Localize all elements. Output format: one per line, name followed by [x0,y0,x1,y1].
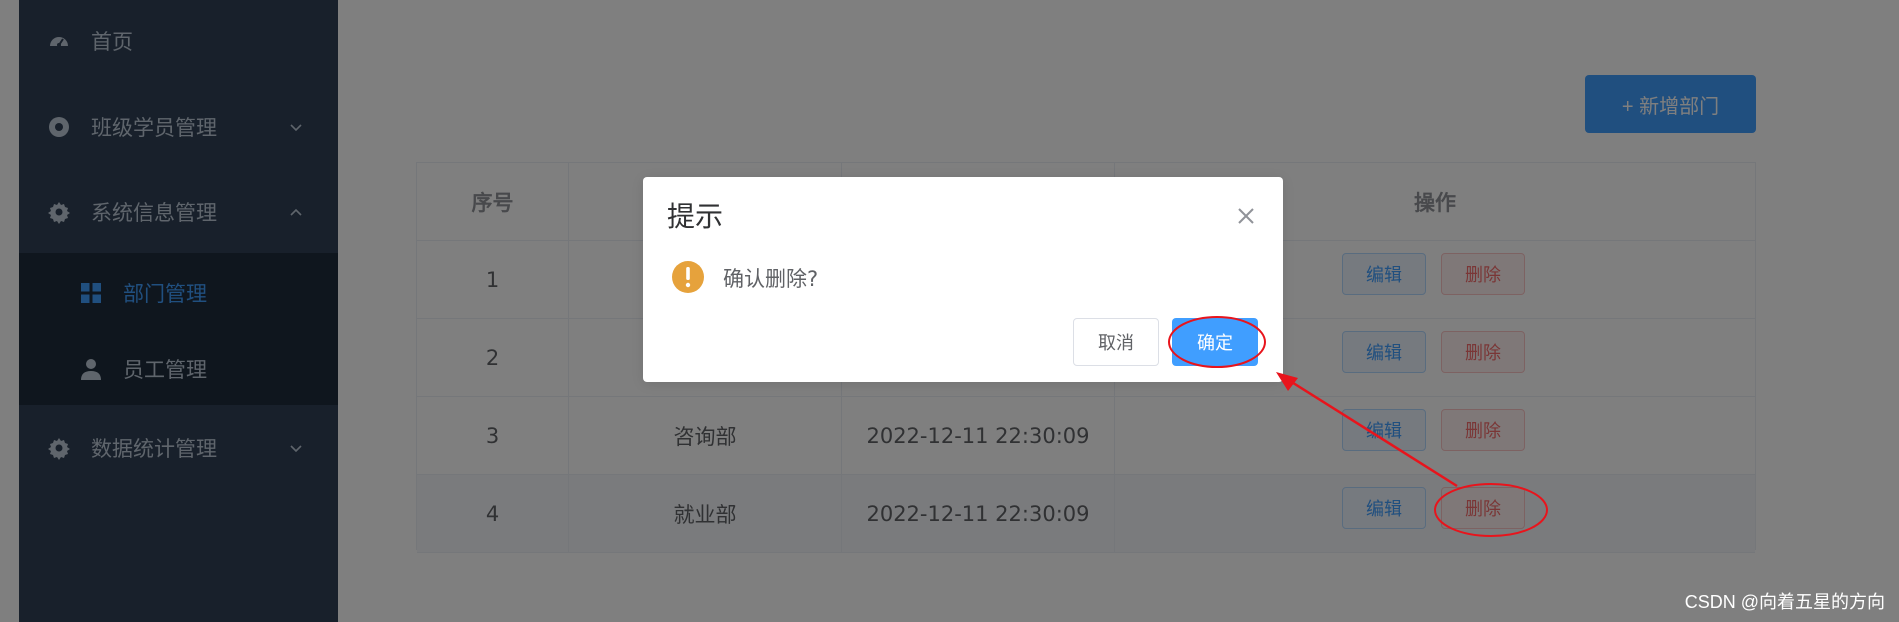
watermark: CSDN @向着五星的方向 [1684,592,1885,612]
close-icon[interactable] [1235,205,1257,227]
cancel-button[interactable]: 取消 [1073,318,1159,366]
dialog-message: 确认删除? [723,267,819,291]
warning-icon [671,260,705,294]
dialog-title: 提示 [667,200,724,233]
confirm-button[interactable]: 确定 [1172,318,1258,366]
confirm-dialog: 提示 确认删除? 取消 确定 [643,177,1283,382]
